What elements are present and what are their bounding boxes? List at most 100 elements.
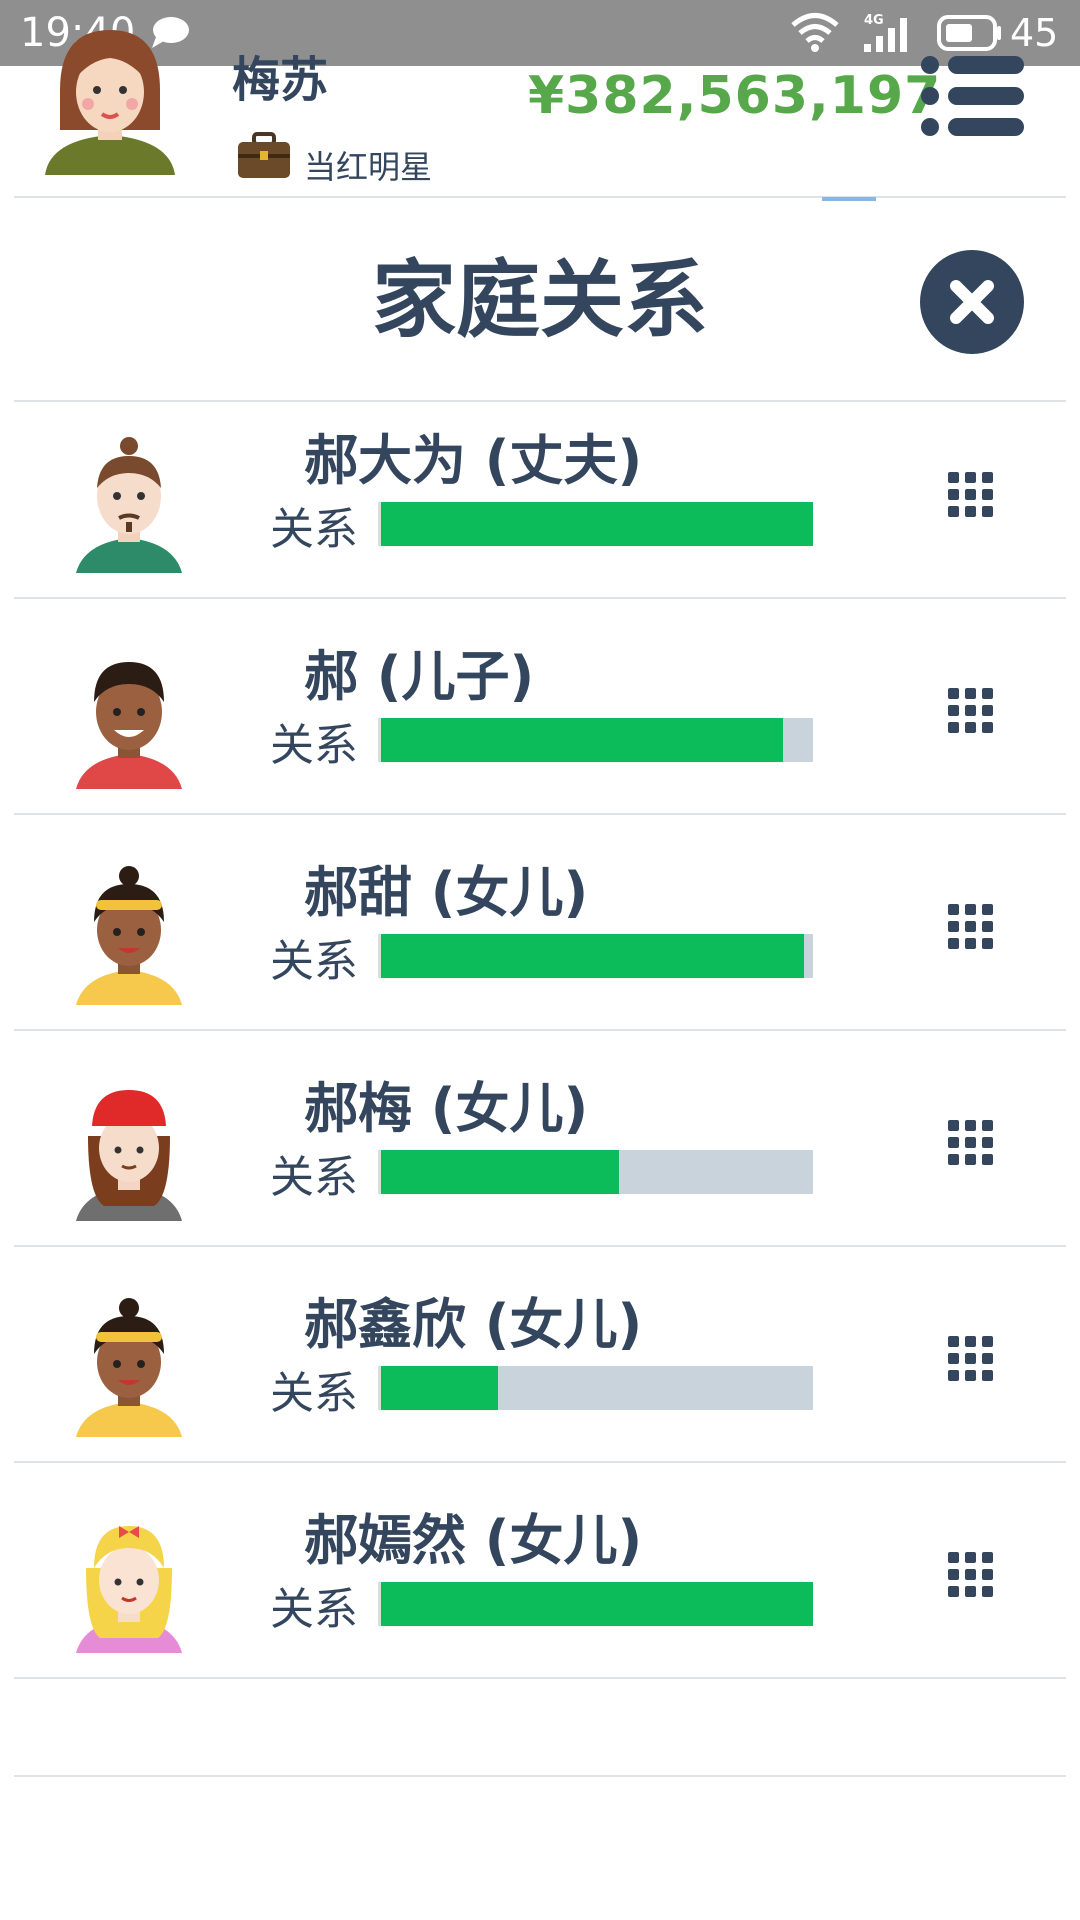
relationship-fill: [381, 1582, 813, 1626]
menu-list-icon[interactable]: [920, 55, 1025, 137]
grid-dot: [948, 921, 959, 932]
member-name: 郝大为 (丈夫): [304, 429, 643, 492]
row-divider: [14, 1245, 1066, 1247]
relationship-fill: [381, 1366, 498, 1410]
family-row[interactable]: 郝鑫欣 (女儿) 关系: [14, 1266, 1066, 1482]
relationship-label: 关系: [270, 936, 358, 987]
list-end-divider: [14, 1775, 1066, 1777]
tab-indicator: [822, 197, 876, 201]
grid-menu-icon[interactable]: [948, 688, 998, 738]
battery-icon: [937, 15, 1001, 51]
grid-dot: [965, 489, 976, 500]
grid-dot: [948, 1552, 959, 1563]
grid-dot: [965, 1586, 976, 1597]
daughter-avatar: [76, 1090, 182, 1221]
grid-dot: [948, 1336, 959, 1347]
husband-avatar: [76, 437, 182, 573]
relationship-bar: [378, 502, 813, 546]
grid-dot: [982, 688, 993, 699]
row-divider: [14, 1461, 1066, 1463]
grid-dot: [982, 722, 993, 733]
grid-dot: [948, 904, 959, 915]
grid-dot: [965, 1552, 976, 1563]
grid-dot: [948, 722, 959, 733]
relationship-fill: [381, 1150, 619, 1194]
grid-dot: [982, 506, 993, 517]
wifi-icon: [791, 13, 839, 52]
grid-dot: [948, 1137, 959, 1148]
close-button[interactable]: [920, 250, 1024, 354]
network-type-label: 4G: [864, 13, 884, 28]
grid-dot: [982, 1586, 993, 1597]
briefcase-icon: [238, 132, 290, 178]
family-row[interactable]: 郝 (儿子) 关系: [14, 618, 1066, 834]
grid-dot: [982, 1353, 993, 1364]
grid-dot: [965, 1120, 976, 1131]
relationship-label: 关系: [270, 1368, 358, 1419]
player-name: 梅苏: [232, 52, 329, 108]
grid-menu-icon[interactable]: [948, 1552, 998, 1602]
close-icon: [950, 280, 994, 324]
grid-dot: [948, 1586, 959, 1597]
family-row[interactable]: 郝大为 (丈夫) 关系: [14, 402, 1066, 618]
grid-dot: [965, 904, 976, 915]
grid-dot: [948, 472, 959, 483]
grid-dot: [948, 489, 959, 500]
header-divider: [14, 196, 1066, 198]
money-balance: ¥382,563,197: [528, 66, 942, 126]
relationship-bar: [378, 718, 813, 762]
player-avatar[interactable]: [40, 10, 180, 180]
daughter-avatar: [76, 866, 182, 1005]
grid-dot: [965, 1569, 976, 1580]
grid-dot: [965, 1336, 976, 1347]
relationship-bar: [378, 1582, 813, 1626]
relationship-bar: [378, 1366, 813, 1410]
grid-dot: [948, 1569, 959, 1580]
grid-dot: [982, 472, 993, 483]
grid-dot: [965, 722, 976, 733]
relationship-fill: [381, 502, 813, 546]
grid-menu-icon[interactable]: [948, 1336, 998, 1386]
grid-dot: [982, 938, 993, 949]
grid-dot: [965, 1353, 976, 1364]
grid-dot: [982, 1552, 993, 1563]
member-name: 郝 (儿子): [304, 645, 535, 708]
row-divider: [14, 597, 1066, 599]
family-row[interactable]: 郝嫣然 (女儿) 关系: [14, 1482, 1066, 1698]
grid-dot: [965, 705, 976, 716]
grid-dot: [982, 1120, 993, 1131]
grid-dot: [982, 489, 993, 500]
grid-menu-icon[interactable]: [948, 904, 998, 954]
member-name: 郝鑫欣 (女儿): [304, 1293, 643, 1356]
grid-dot: [965, 1154, 976, 1165]
grid-dot: [948, 705, 959, 716]
daughter-avatar: [76, 1526, 182, 1653]
grid-dot: [982, 1370, 993, 1381]
grid-menu-icon[interactable]: [948, 472, 998, 522]
relationship-fill: [381, 718, 783, 762]
relationship-bar: [378, 934, 813, 978]
grid-dot: [948, 688, 959, 699]
grid-menu-icon[interactable]: [948, 1120, 998, 1170]
grid-dot: [982, 921, 993, 932]
relationship-bar: [378, 1150, 813, 1194]
grid-dot: [982, 1154, 993, 1165]
grid-dot: [982, 1137, 993, 1148]
daughter-avatar: [76, 1298, 182, 1437]
cellular-signal-icon: 4G: [864, 13, 907, 52]
grid-dot: [948, 506, 959, 517]
grid-dot: [965, 472, 976, 483]
grid-dot: [948, 1370, 959, 1381]
grid-dot: [982, 705, 993, 716]
relationship-fill: [381, 934, 805, 978]
family-row[interactable]: 郝梅 (女儿) 关系: [14, 1050, 1066, 1266]
family-row[interactable]: 郝甜 (女儿) 关系: [14, 834, 1066, 1050]
battery-level: 45: [1010, 11, 1059, 55]
relationship-label: 关系: [270, 504, 358, 555]
member-name: 郝梅 (女儿): [304, 1077, 589, 1140]
grid-dot: [948, 1120, 959, 1131]
job-title: 当红明星: [304, 148, 433, 186]
grid-dot: [948, 1154, 959, 1165]
grid-dot: [948, 1353, 959, 1364]
grid-dot: [948, 938, 959, 949]
